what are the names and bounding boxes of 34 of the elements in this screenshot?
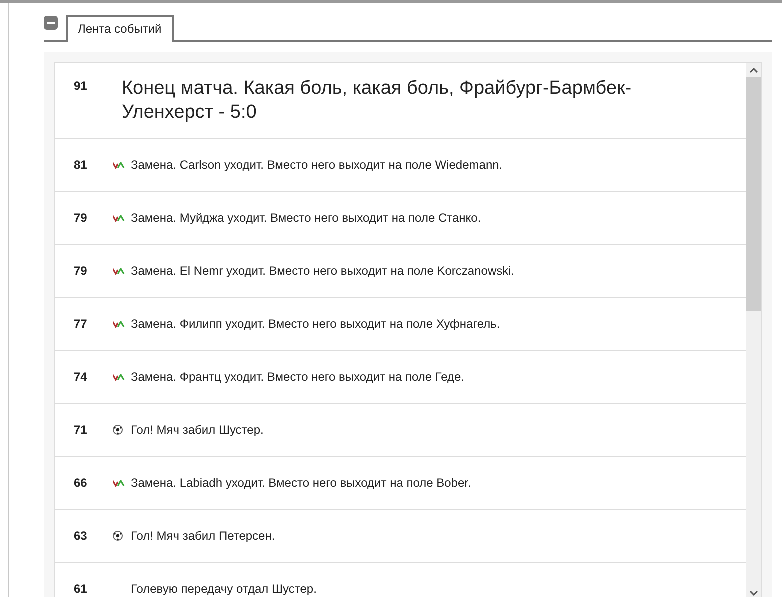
event-text: Конец матча. Какая боль, какая боль, Фрайбург-Бармбек-Уленхерст - 5:0 xyxy=(122,77,633,125)
event-text: Замена. Carlson уходит. Вместо него выходит на поле Wiedemann. xyxy=(131,158,503,172)
substitution-arrows-icon xyxy=(113,480,125,486)
substitution-arrows-icon xyxy=(113,214,125,222)
substitution-arrows-icon xyxy=(113,162,125,168)
scroll-down-icon[interactable] xyxy=(750,590,758,596)
collapse-button[interactable] xyxy=(44,16,58,30)
event-minute: 61 xyxy=(73,582,88,596)
event-text: Гол! Мяч забил Шустер. xyxy=(131,423,264,437)
substitution-arrows-icon xyxy=(113,320,125,328)
event-text: Замена. Филипп уходит. Вместо него выходит на поле Хуфнагель. xyxy=(131,317,500,331)
soccer-ball-icon xyxy=(113,531,123,541)
substitution-arrows-icon xyxy=(113,268,125,274)
scrollbar[interactable] xyxy=(746,63,761,597)
event-text: Замена. Муйджа уходит. Вместо него выходит на поле Станко. xyxy=(131,211,482,225)
event-minute: 66 xyxy=(73,476,88,490)
event-text: Голевую передачу отдал Шустер. xyxy=(131,582,317,596)
event-text: Замена. Labiadh уходит. Вместо него выходит на поле Bober. xyxy=(131,476,472,490)
event-minute: 71 xyxy=(73,423,88,437)
event-minute: 81 xyxy=(73,158,88,172)
scrollbar-thumb[interactable] xyxy=(746,77,761,311)
event-minute: 77 xyxy=(73,317,88,331)
event-minute: 74 xyxy=(73,370,88,384)
event-minute: 63 xyxy=(73,529,88,543)
event-minute: 79 xyxy=(73,264,88,278)
soccer-ball-icon xyxy=(113,425,123,435)
event-minute: 79 xyxy=(73,211,88,225)
event-text: Замена. El Nemr уходит. Вместо него выходит на поле Korczanowski. xyxy=(131,264,515,278)
tab[interactable]: Лента событий xyxy=(66,15,174,42)
scroll-up-icon[interactable] xyxy=(750,68,758,72)
event-minute: 91 xyxy=(73,78,88,93)
event-text: Замена. Франтц уходит. Вместо него выходит на поле Геде. xyxy=(131,370,464,384)
event-text: Гол! Мяч забил Петерсен. xyxy=(131,529,276,543)
substitution-arrows-icon xyxy=(113,374,125,380)
